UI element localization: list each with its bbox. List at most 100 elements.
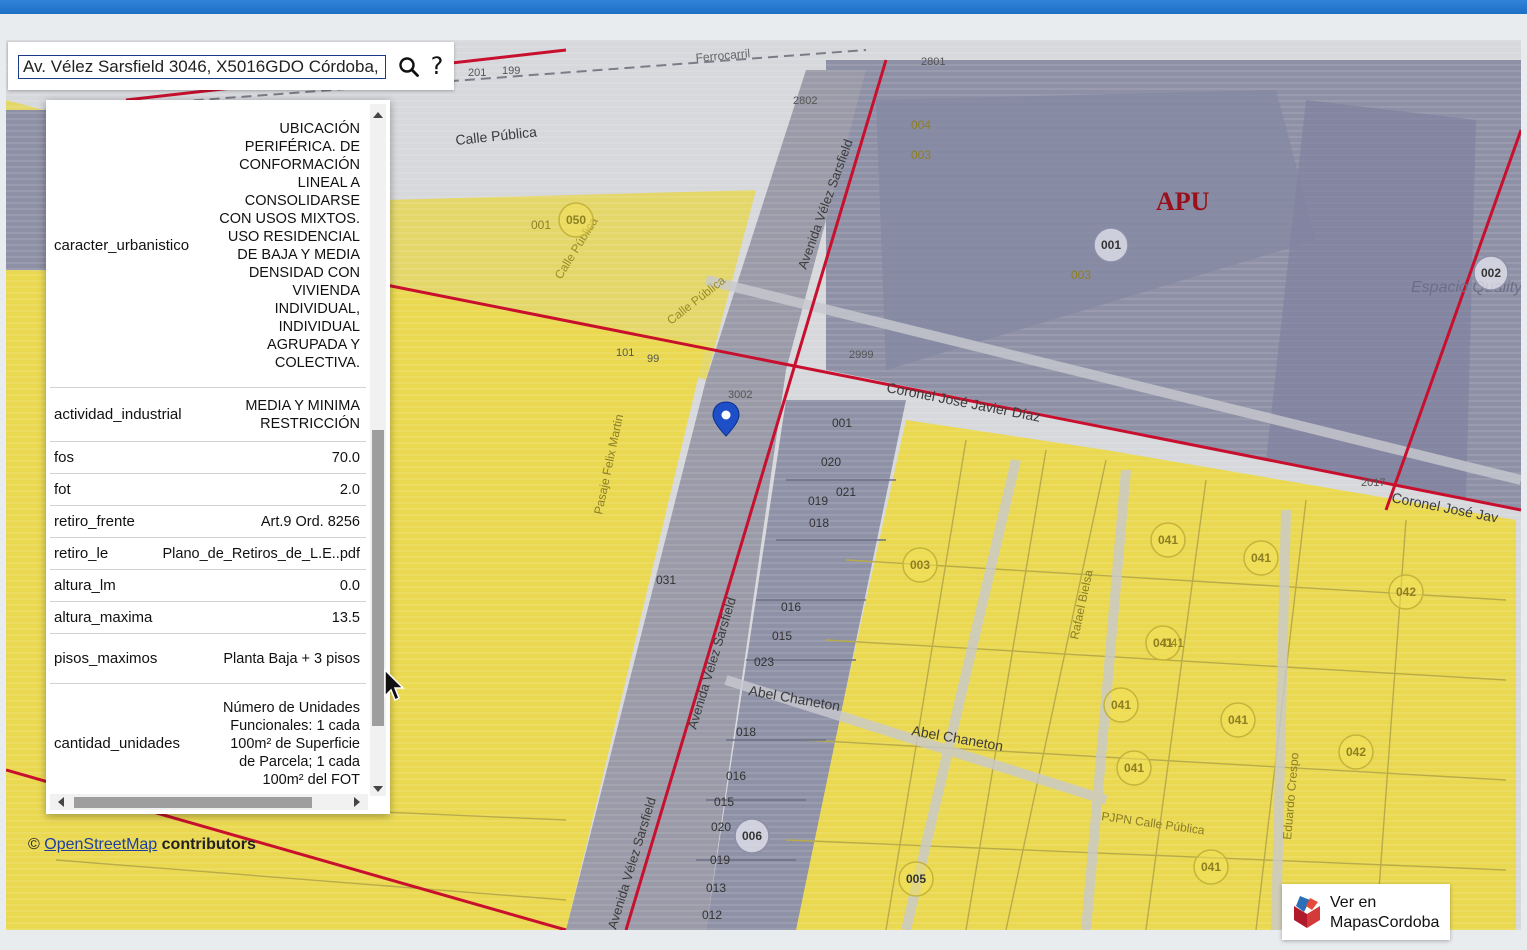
parcel-label[interactable]: 001: [1093, 227, 1129, 263]
attribute-value: 0.0: [339, 577, 360, 594]
parcel-label[interactable]: 018: [809, 516, 829, 530]
parcel-label[interactable]: 023: [754, 655, 774, 669]
horizontal-scrollbar[interactable]: [50, 794, 368, 810]
mapas-cordoba-button[interactable]: Ver en MapasCordoba: [1282, 884, 1450, 940]
svg-text:004: 004: [911, 118, 931, 132]
parcel-label[interactable]: 005: [898, 861, 934, 897]
attribute-key: fos: [54, 449, 75, 466]
parcel-label[interactable]: 041: [1116, 750, 1152, 786]
svg-text:042: 042: [1396, 585, 1416, 599]
attribute-value: 70.0: [331, 449, 360, 466]
parcel-label[interactable]: 006: [734, 818, 770, 854]
svg-text:041: 041: [1251, 551, 1271, 565]
help-button[interactable]: ?: [426, 52, 448, 80]
attribute-value: Número de Unidades Funcionales: 1 cada 1…: [222, 699, 360, 788]
attribute-row-altura-maxima: altura_maxima 13.5: [50, 602, 366, 634]
openstreetmap-link[interactable]: OpenStreetMap: [44, 836, 157, 853]
parcel-label[interactable]: 020: [711, 820, 731, 834]
attribute-value: UBICACIÓN PERIFÉRICA. DE CONFORMACIÓN LI…: [219, 120, 360, 371]
attribute-key: retiro_le: [54, 545, 109, 562]
parcel-label[interactable]: 041: [1193, 849, 1229, 885]
horizontal-scroll-thumb[interactable]: [74, 797, 312, 808]
house-number: 99: [647, 353, 659, 365]
mouse-cursor-icon: [384, 668, 405, 702]
svg-text:019: 019: [808, 494, 828, 508]
attribute-value: 2.0: [339, 481, 360, 498]
parcel-label[interactable]: 042: [1388, 574, 1424, 610]
attribute-row-cantidad-unidades: cantidad_unidades Número de Unidades Func…: [50, 684, 366, 804]
parcel-label[interactable]: 012: [702, 908, 722, 922]
parcel-label[interactable]: 041: [1103, 687, 1139, 723]
parcel-label[interactable]: 016: [781, 600, 801, 614]
parcel-label[interactable]: 018: [736, 725, 756, 739]
parcel-label[interactable]: 042: [1338, 734, 1374, 770]
parcel-label[interactable]: 002: [1473, 255, 1509, 291]
svg-text:013: 013: [706, 881, 726, 895]
parcel-label[interactable]: 004: [911, 118, 931, 132]
parcel-label[interactable]: 019: [808, 494, 828, 508]
parcel-label[interactable]: 041: [1243, 540, 1279, 576]
parcel-label[interactable]: 003: [1071, 268, 1091, 282]
svg-text:016: 016: [781, 600, 801, 614]
parcel-label[interactable]: 031: [656, 573, 676, 587]
attribute-key: fot: [54, 481, 71, 498]
house-number: 2802: [793, 95, 817, 107]
svg-text:041: 041: [1201, 860, 1221, 874]
scroll-down-icon[interactable]: [373, 786, 383, 792]
scroll-right-icon[interactable]: [354, 797, 360, 807]
parcel-label[interactable]: 041: [1150, 522, 1186, 558]
svg-text:006: 006: [742, 829, 762, 843]
attribute-row-fos: fos 70.0: [50, 442, 366, 474]
attribution-suffix: contributors: [161, 836, 256, 853]
house-number: 101: [616, 347, 634, 359]
parcel-label[interactable]: 015: [714, 795, 734, 809]
mapas-cordoba-logo-icon: [1294, 896, 1320, 928]
search-input[interactable]: [18, 55, 386, 79]
parcel-label[interactable]: 001: [531, 218, 551, 232]
parcel-label[interactable]: 001: [832, 416, 852, 430]
parcel-label[interactable]: 003: [911, 148, 931, 162]
svg-text:041: 041: [1111, 698, 1131, 712]
house-number: 199: [502, 65, 520, 77]
parcel-label[interactable]: 015: [772, 629, 792, 643]
parcel-label[interactable]: 021: [836, 485, 856, 499]
mapas-badge-line1: Ver en: [1330, 894, 1377, 911]
svg-text:041: 041: [1158, 533, 1178, 547]
info-panel[interactable]: caracter_urbanistico UBICACIÓN PERIFÉRICA…: [46, 100, 390, 814]
svg-text:021: 021: [836, 485, 856, 499]
parcel-label[interactable]: 019: [710, 853, 730, 867]
svg-text:041: 041: [1228, 713, 1248, 727]
attribute-value[interactable]: Plano_de_Retiros_de_L.E..pdf: [162, 545, 360, 563]
parcel-label[interactable]: 003: [902, 547, 938, 583]
search-bar: ?: [8, 42, 454, 90]
parcel-label[interactable]: 041: [1220, 702, 1256, 738]
house-number: 201: [468, 67, 486, 79]
parcel-label[interactable]: 041: [1164, 636, 1184, 650]
search-button[interactable]: [398, 54, 420, 80]
attribute-row-actividad-industrial: actividad_industrial MEDIA Y MINIMA RESTR…: [50, 388, 366, 442]
parcel-label[interactable]: 016: [726, 769, 746, 783]
zone-label-apu: APU: [1156, 187, 1210, 216]
parcel-label[interactable]: 020: [821, 455, 841, 469]
parcel-label[interactable]: 013: [706, 881, 726, 895]
svg-text:012: 012: [702, 908, 722, 922]
attribute-value: Planta Baja + 3 pisos: [223, 650, 360, 667]
parcel-label[interactable]: 050: [558, 202, 594, 238]
attribute-row-retiro-le: retiro_le Plano_de_Retiros_de_L.E..pdf: [50, 538, 366, 570]
attribute-key: cantidad_unidades: [54, 735, 180, 752]
mapas-badge-line2: MapasCordoba: [1330, 914, 1440, 931]
house-number: 2999: [849, 349, 873, 361]
house-number: 2017: [1361, 477, 1385, 489]
scroll-left-icon[interactable]: [58, 797, 64, 807]
map-attribution: © OpenStreetMap contributors: [28, 836, 256, 854]
scroll-up-icon[interactable]: [373, 112, 383, 118]
svg-text:001: 001: [531, 218, 551, 232]
svg-text:019: 019: [710, 853, 730, 867]
attribute-row-pisos-maximos: pisos_maximos Planta Baja + 3 pisos: [50, 634, 366, 684]
svg-text:003: 003: [1071, 268, 1091, 282]
attribute-row-retiro-frente: retiro_frente Art.9 Ord. 8256: [50, 506, 366, 538]
attribute-key: retiro_frente: [54, 513, 135, 530]
svg-text:041: 041: [1164, 636, 1184, 650]
svg-text:023: 023: [754, 655, 774, 669]
browser-top-strip: [0, 0, 1527, 14]
